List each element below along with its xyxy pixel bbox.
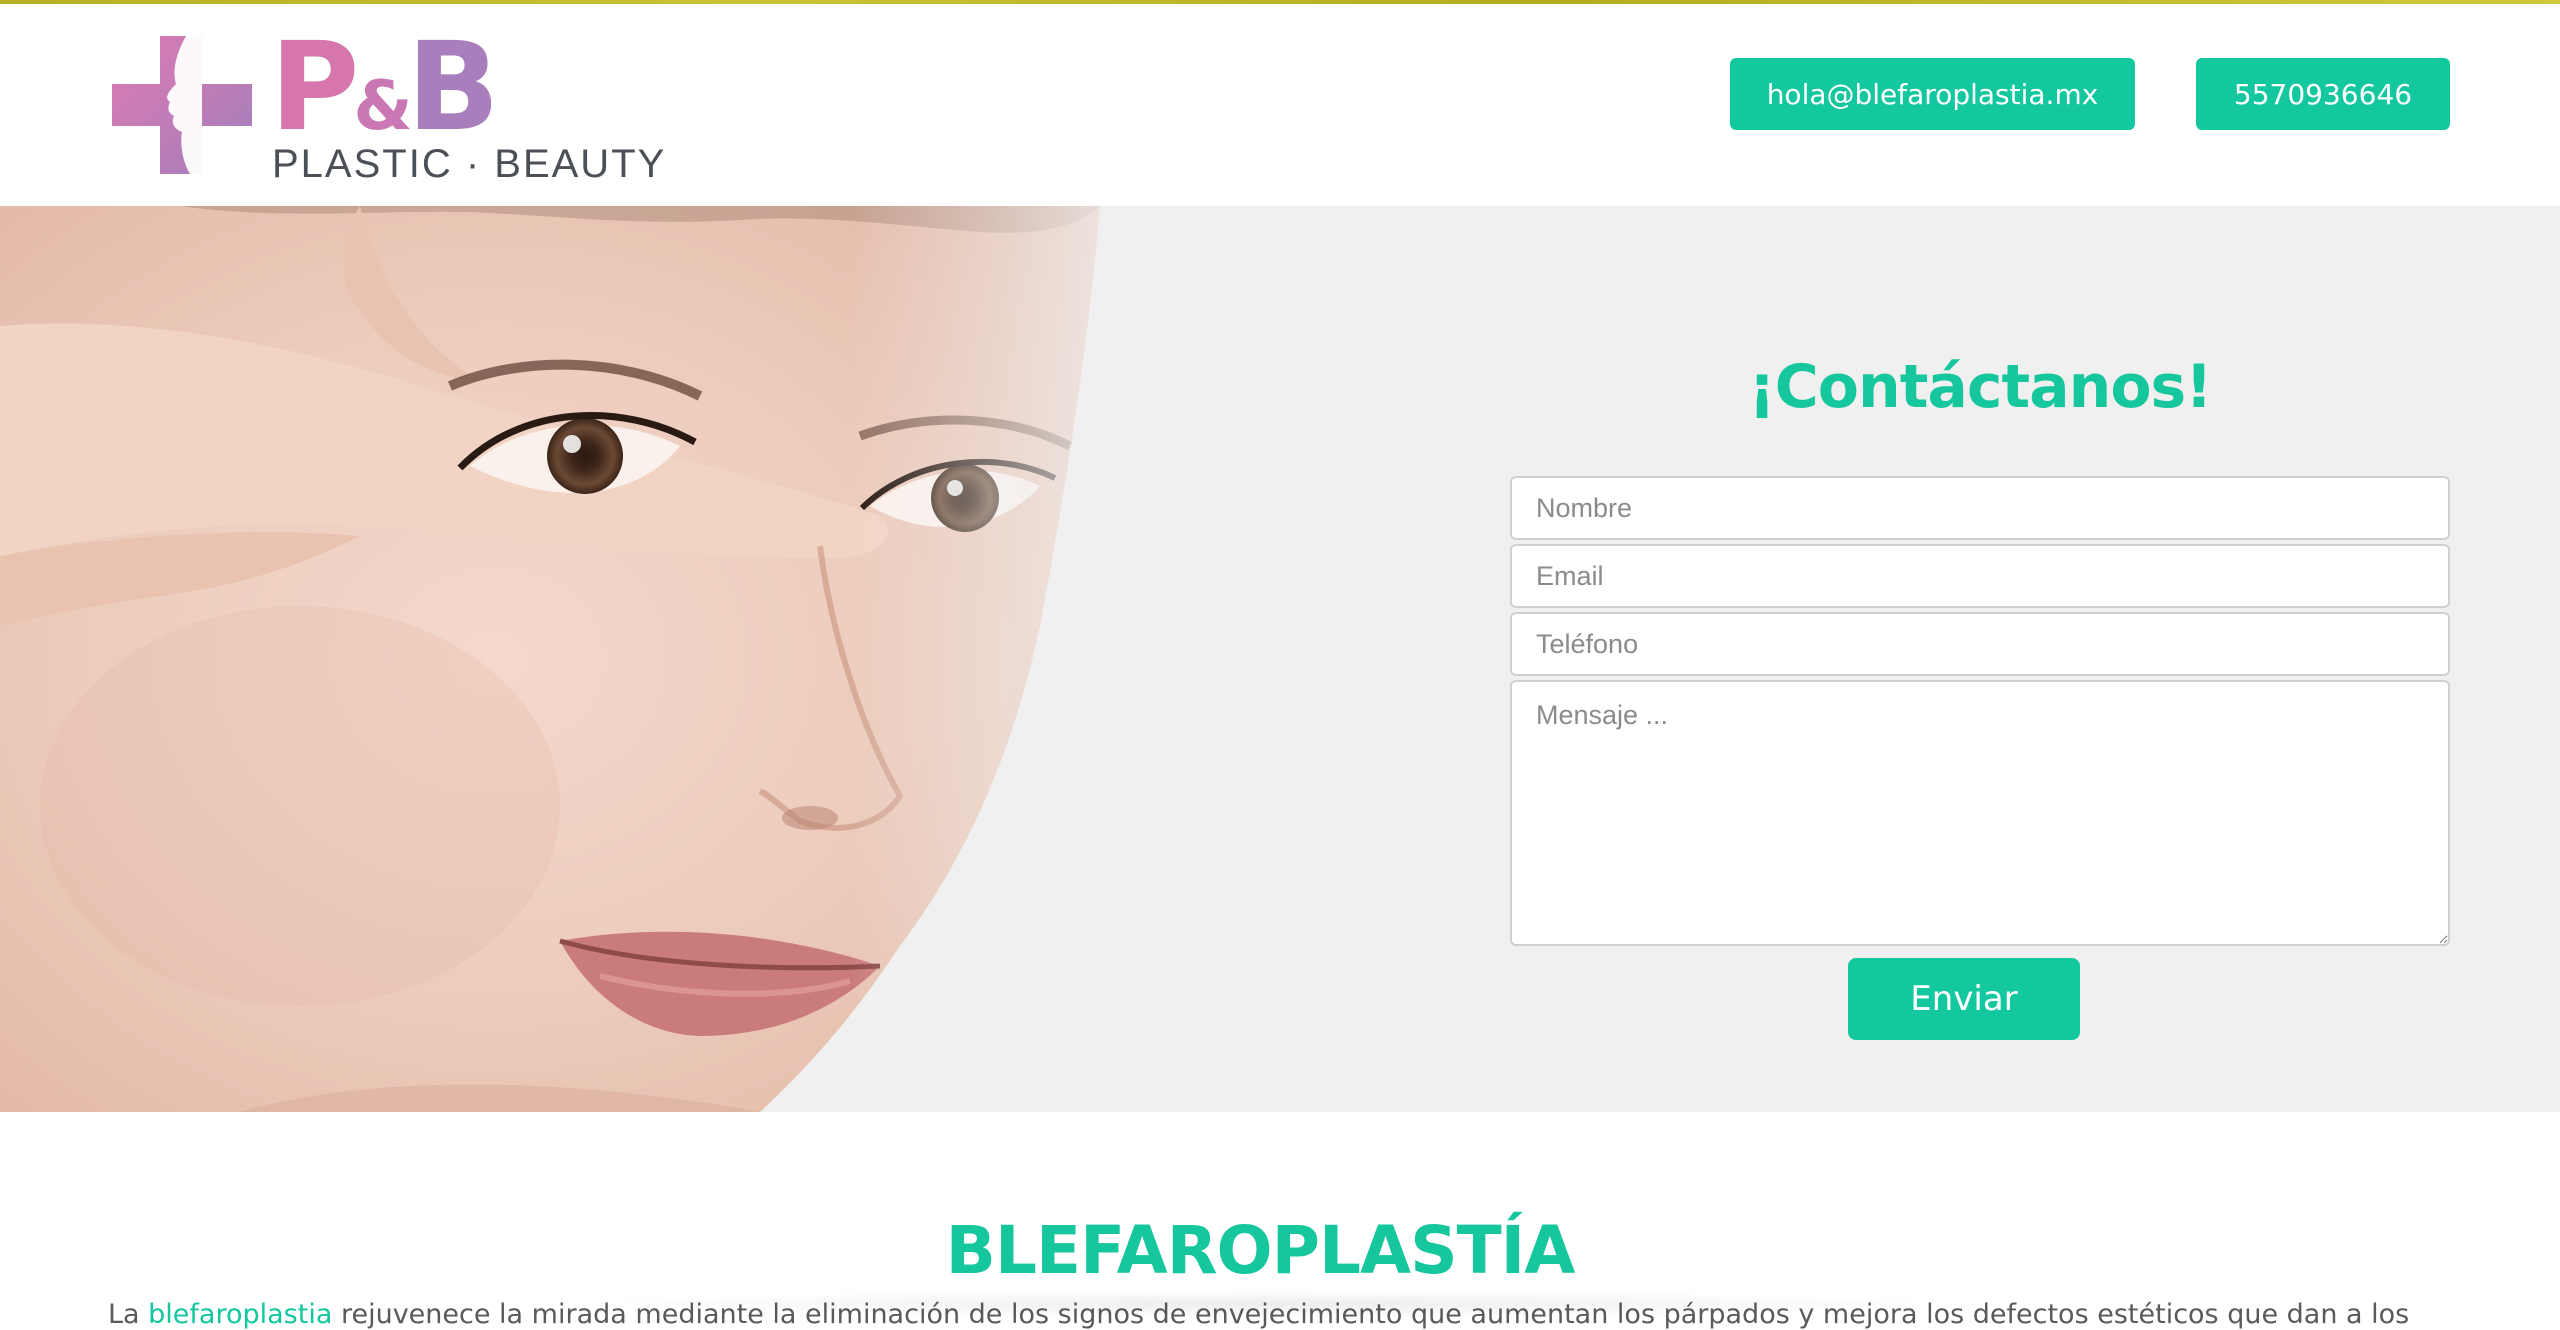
phone-button[interactable]: 5570936646: [2196, 58, 2450, 130]
logo-wordmark: P&B: [270, 26, 500, 148]
intro-highlight-term: blefaroplastia: [148, 1299, 333, 1330]
send-button[interactable]: Enviar: [1848, 958, 2080, 1040]
hero-contact-section: ¡Contáctanos! Enviar: [0, 206, 2560, 1112]
logo-tagline: PLASTIC · BEAUTY: [272, 142, 667, 186]
phone-input[interactable]: [1510, 612, 2450, 676]
logo-letter-b: B: [406, 16, 500, 158]
email-input[interactable]: [1510, 544, 2450, 608]
section-title: BLEFAROPLASTÍA: [945, 1212, 1576, 1290]
brand-logo[interactable]: P&B PLASTIC · BEAUTY: [110, 26, 664, 186]
site-header: P&B PLASTIC · BEAUTY hola@blefaroplastia…: [0, 4, 2560, 206]
message-textarea[interactable]: [1510, 680, 2450, 946]
name-input[interactable]: [1510, 476, 2450, 540]
bottom-shadow-decoration: [560, 1290, 1980, 1318]
contact-title: ¡Contáctanos!: [1748, 351, 2212, 422]
blefaroplastia-section: BLEFAROPLASTÍA La blefaroplastia rejuven…: [0, 1112, 2560, 1330]
email-button[interactable]: hola@blefaroplastia.mx: [1730, 58, 2135, 130]
medical-cross-face-profile-icon: [112, 36, 252, 174]
intro-prefix: La: [108, 1299, 149, 1330]
logo-ampersand: &: [353, 67, 412, 146]
hero-face-image: [0, 206, 1180, 1112]
logo-letter-p: P: [270, 16, 359, 158]
